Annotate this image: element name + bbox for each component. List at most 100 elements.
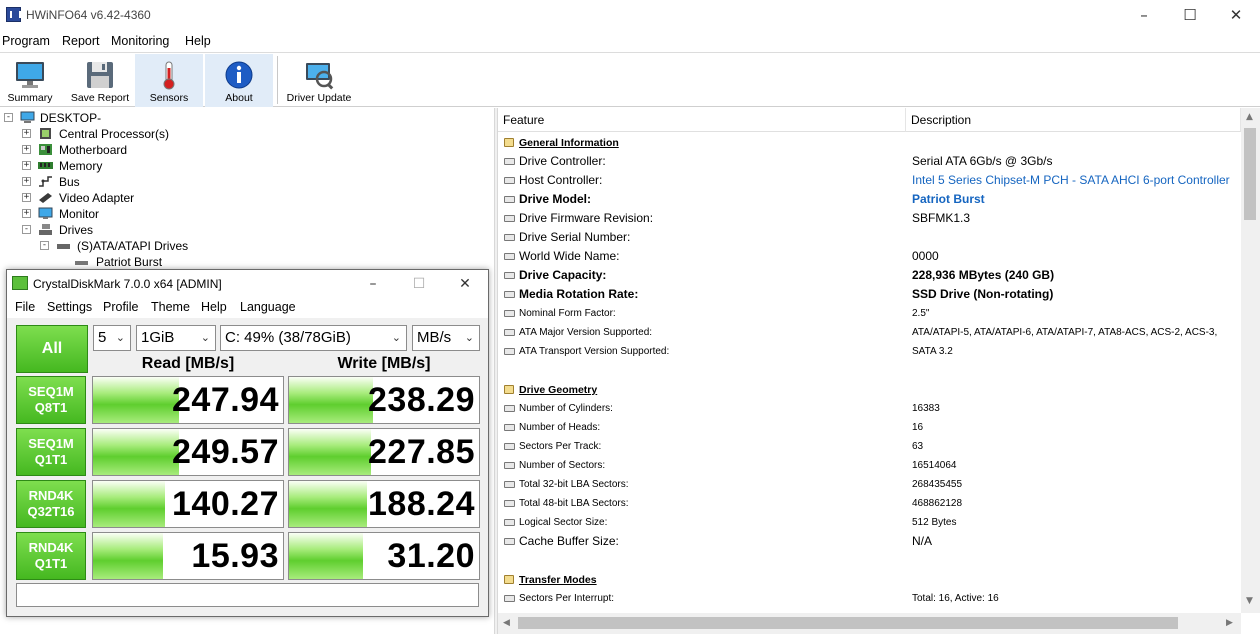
section-title: Drive Geometry <box>519 384 598 396</box>
table-row[interactable]: Nominal Form Factor: 2.5" <box>498 304 1240 323</box>
cdm-menu-file[interactable]: File <box>15 300 35 314</box>
scroll-right-icon[interactable]: ▶ <box>1226 618 1233 628</box>
test-rnd4k-q32t16-button[interactable]: RND4K Q32T16 <box>16 480 86 528</box>
table-row[interactable]: Number of Cylinders: 16383 <box>498 399 1240 418</box>
menu-monitoring[interactable]: Monitoring <box>111 34 169 48</box>
comment-field[interactable] <box>16 583 479 607</box>
collapse-icon[interactable]: - <box>4 113 13 122</box>
table-row[interactable]: Drive Serial Number: <box>498 228 1240 247</box>
cdm-close-button[interactable]: ✕ <box>442 270 488 298</box>
table-row[interactable]: Drive Controller: Serial ATA 6Gb/s @ 3Gb/… <box>498 152 1240 171</box>
tree-item-label: Drives <box>59 223 94 237</box>
section-title: Transfer Modes <box>519 574 597 586</box>
save-report-button[interactable]: Save Report <box>68 54 132 107</box>
cdm-menu-help[interactable]: Help <box>201 300 227 314</box>
scroll-left-icon[interactable]: ◀ <box>503 618 510 628</box>
driver-update-button[interactable]: Driver Update <box>283 54 355 107</box>
table-row[interactable]: Logical Sector Size: 512 Bytes <box>498 513 1240 532</box>
feature-value: Serial ATA 6Gb/s @ 3Gb/s <box>912 154 1053 168</box>
table-row[interactable]: Total 48-bit LBA Sectors: 468862128 <box>498 494 1240 513</box>
cdm-menu-theme[interactable]: Theme <box>151 300 190 314</box>
sensors-button[interactable]: Sensors <box>135 54 203 107</box>
close-button[interactable]: ✕ <box>1213 0 1259 31</box>
cdm-menu-settings[interactable]: Settings <box>47 300 92 314</box>
host-controller-link[interactable]: Intel 5 Series Chipset-M PCH - SATA AHCI… <box>912 173 1230 187</box>
drive-model-link[interactable]: Patriot Burst <box>912 192 985 206</box>
feature-label: Drive Controller: <box>519 154 606 168</box>
minimize-button[interactable]: – <box>1121 0 1167 31</box>
table-row[interactable]: Total 32-bit LBA Sectors: 268435455 <box>498 475 1240 494</box>
table-row[interactable]: Host Controller: Intel 5 Series Chipset-M… <box>498 171 1240 190</box>
scroll-down-icon[interactable]: ▼ <box>1246 596 1253 606</box>
description-column-header[interactable]: Description <box>906 108 1241 132</box>
test-seq1m-q1t1-button[interactable]: SEQ1M Q1T1 <box>16 428 86 476</box>
summary-button[interactable]: Summary <box>2 54 58 107</box>
table-row[interactable]: Number of Sectors: 16514064 <box>498 456 1240 475</box>
table-row[interactable]: Drive Model: Patriot Burst <box>498 190 1240 209</box>
expand-icon[interactable]: + <box>22 193 31 202</box>
test-count-select[interactable]: 5 ⌄ <box>93 325 131 351</box>
driver-update-label: Driver Update <box>286 92 352 104</box>
chevron-down-icon: ⌄ <box>464 331 474 344</box>
scroll-thumb[interactable] <box>518 617 1178 629</box>
expand-icon[interactable]: + <box>22 209 31 218</box>
drive-icon <box>504 348 515 355</box>
drive-icon <box>504 310 515 317</box>
cdm-menu-profile[interactable]: Profile <box>103 300 138 314</box>
menu-help[interactable]: Help <box>185 34 211 48</box>
table-row[interactable]: ATA Major Version Supported: ATA/ATAPI-5,… <box>498 323 1240 342</box>
drive-select[interactable]: C: 49% (38/78GiB) ⌄ <box>220 325 407 351</box>
collapse-icon[interactable]: - <box>40 241 49 250</box>
about-button[interactable]: About <box>205 54 273 107</box>
menu-program[interactable]: Program <box>2 34 50 48</box>
table-row[interactable]: Media Rotation Rate: SSD Drive (Non-rotat… <box>498 285 1240 304</box>
cdm-menu-language[interactable]: Language <box>240 300 296 314</box>
scroll-up-icon[interactable]: ▲ <box>1246 112 1253 122</box>
section-row[interactable]: Transfer Modes <box>498 570 1240 589</box>
collapse-icon[interactable]: - <box>22 225 31 234</box>
table-row[interactable]: Sectors Per Track: 63 <box>498 437 1240 456</box>
section-row[interactable]: Drive Geometry <box>498 380 1240 399</box>
write-result-cell: 238.29 <box>288 376 480 424</box>
expand-icon[interactable]: + <box>22 145 31 154</box>
table-row[interactable]: Cache Buffer Size: N/A <box>498 532 1240 551</box>
test-size-select[interactable]: 1GiB ⌄ <box>136 325 216 351</box>
test-seq1m-q8t1-button[interactable]: SEQ1M Q8T1 <box>16 376 86 424</box>
write-progress-fill <box>289 377 373 423</box>
expand-icon[interactable]: + <box>22 129 31 138</box>
section-title: General Information <box>519 137 619 149</box>
feature-label: Sectors Per Interrupt: <box>519 593 615 604</box>
menu-report[interactable]: Report <box>62 34 100 48</box>
unit-select[interactable]: MB/s ⌄ <box>412 325 480 351</box>
table-row[interactable]: Drive Firmware Revision: SBFMK1.3 <box>498 209 1240 228</box>
read-result-cell: 249.57 <box>92 428 284 476</box>
chevron-down-icon: ⌄ <box>391 331 401 344</box>
feature-column-header[interactable]: Feature <box>498 108 906 132</box>
table-row[interactable]: World Wide Name: 0000 <box>498 247 1240 266</box>
read-column-header: Read [MB/s] <box>141 355 235 372</box>
drive-icon <box>504 462 515 469</box>
feature-label: World Wide Name: <box>519 249 620 263</box>
table-row[interactable]: Drive Capacity: 228,936 MBytes (240 GB) <box>498 266 1240 285</box>
maximize-button[interactable]: ☐ <box>1167 0 1213 31</box>
cdm-maximize-button[interactable]: ☐ <box>396 270 442 298</box>
read-value: 249.57 <box>172 433 279 471</box>
tree-root-label: DESKTOP- <box>40 111 102 125</box>
table-row[interactable]: Sectors Per Interrupt: Total: 16, Active:… <box>498 589 1240 608</box>
read-progress-fill <box>93 377 179 423</box>
tree-item-label: Central Processor(s) <box>59 127 170 141</box>
test-rnd4k-q1t1-button[interactable]: RND4K Q1T1 <box>16 532 86 580</box>
vertical-scrollbar[interactable]: ▲ ▼ <box>1241 108 1260 613</box>
scroll-thumb[interactable] <box>1244 128 1256 220</box>
run-all-button[interactable]: All <box>16 325 88 373</box>
section-row[interactable]: General Information <box>498 133 1240 152</box>
tree-item-label: Memory <box>59 159 103 173</box>
expand-icon[interactable]: + <box>22 161 31 170</box>
expand-icon[interactable]: + <box>22 177 31 186</box>
horizontal-scrollbar[interactable]: ◀ ▶ <box>498 613 1241 634</box>
table-row[interactable]: ATA Transport Version Supported: SATA 3.2 <box>498 342 1240 361</box>
table-row[interactable]: Number of Heads: 16 <box>498 418 1240 437</box>
read-result-cell: 140.27 <box>92 480 284 528</box>
cdm-minimize-button[interactable]: – <box>350 270 396 298</box>
write-progress-fill <box>289 533 364 579</box>
